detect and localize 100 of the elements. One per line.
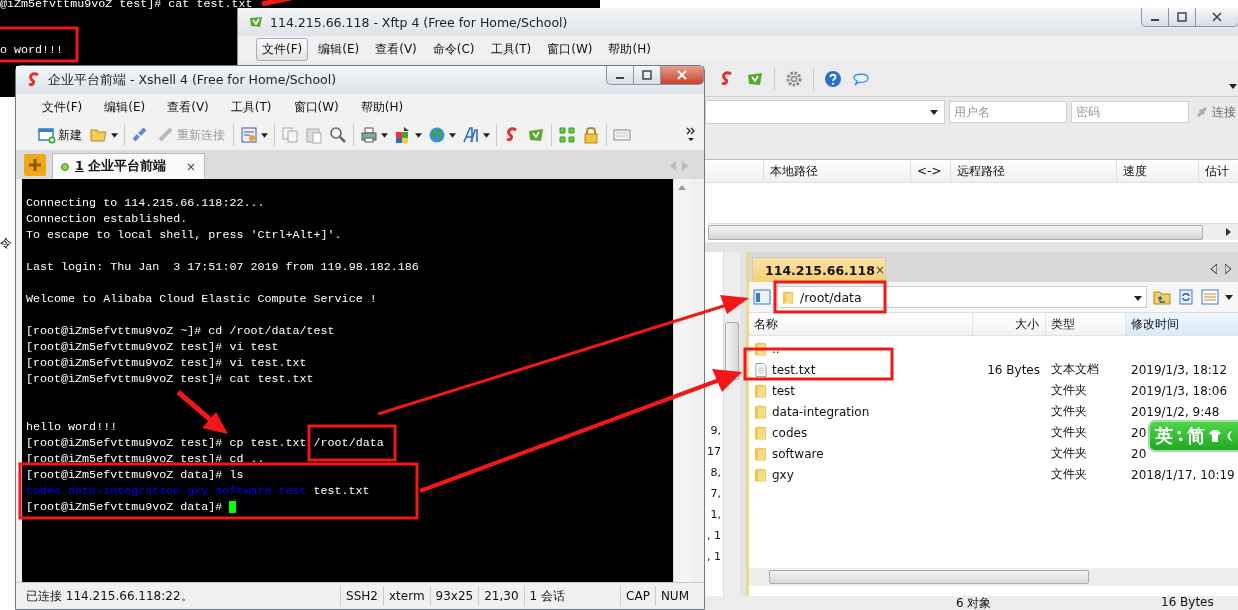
folder-up-icon[interactable] (1153, 289, 1171, 305)
toolbar-button[interactable]: 新建 (36, 126, 84, 144)
menu-item[interactable]: 窗口(W) (287, 95, 345, 119)
file-name[interactable]: data-integration (772, 404, 870, 419)
folder-icon (754, 445, 767, 462)
session-tab[interactable]: 1 企业平台前端 × (52, 153, 206, 179)
file-name[interactable]: software (772, 446, 824, 461)
settings-icon[interactable] (785, 70, 803, 88)
menu-item[interactable]: 编辑(E) (312, 37, 366, 61)
right-arrow-icon[interactable] (1225, 264, 1231, 274)
host-field[interactable] (705, 100, 945, 124)
table-cell-text: 17 (707, 444, 721, 460)
help-icon[interactable] (824, 70, 842, 88)
column-header[interactable]: 大小 (973, 313, 1046, 335)
terminal-line: [root@iZm5efvttmu9voZ test]# cd .. (26, 451, 266, 467)
file-name[interactable]: test (772, 383, 796, 398)
terminal-screen[interactable] (22, 179, 673, 582)
terminal-line: Connecting to 114.215.66.118:22... (26, 195, 266, 211)
password-field[interactable]: 密码 (1071, 101, 1189, 123)
caret-icon[interactable] (1225, 294, 1233, 300)
menu-item[interactable]: 查看(V) (161, 95, 215, 119)
object-count: 6 对象 (956, 595, 992, 610)
column-header[interactable]: 本地路径 (764, 160, 911, 182)
file-name[interactable]: codes (772, 425, 808, 440)
menu-item[interactable]: 帮助(H) (354, 95, 410, 119)
fullscreen-icon[interactable] (558, 126, 576, 144)
status-field: 21,30 (478, 586, 524, 606)
folder-icon (754, 424, 767, 441)
scrollbar[interactable] (723, 252, 740, 596)
scroll-up-arrow-icon[interactable] (678, 185, 686, 190)
column-header[interactable]: 远程路径 (951, 160, 1117, 182)
table-cell-text: 1, (710, 507, 721, 523)
column-header[interactable]: 估计 (1199, 160, 1238, 182)
app-icon[interactable] (527, 126, 545, 144)
overflow-icon[interactable] (686, 127, 696, 143)
column-header[interactable]: 速度 (1117, 160, 1199, 182)
menu-item[interactable]: 编辑(E) (98, 95, 152, 119)
modified-date: 20 (1131, 425, 1147, 440)
terminal-line: To escape to local shell, press 'Ctrl+Alt+]'. (26, 227, 343, 243)
lock-icon[interactable] (582, 126, 600, 144)
status-field: NUM (654, 586, 694, 606)
menu-item[interactable]: 工具(T) (484, 37, 538, 61)
table-cell-text: 8, (710, 465, 721, 481)
scrollbar[interactable] (708, 223, 1238, 240)
printer-icon[interactable] (360, 126, 378, 144)
caret-icon[interactable] (415, 132, 422, 138)
file-name[interactable]: test.txt (772, 362, 816, 377)
scrollbar[interactable] (673, 179, 691, 582)
connect-button[interactable]: 连接 (1193, 103, 1238, 121)
column-header[interactable]: 名称 (749, 313, 973, 335)
column-header[interactable]: 修改时间 (1126, 313, 1238, 335)
caret-icon[interactable] (261, 132, 268, 138)
refresh-icon[interactable] (1177, 289, 1195, 305)
modified-date: 2019/1/2, 9:48 (1131, 404, 1220, 419)
menu-item[interactable]: 文件(F) (256, 37, 309, 61)
menu-item[interactable]: 帮助(H) (602, 37, 657, 61)
app-icon[interactable] (746, 70, 764, 88)
link-icon (1195, 105, 1209, 119)
folder-icon (754, 340, 767, 357)
menu-item[interactable]: 查看(V) (369, 37, 423, 61)
column-header[interactable]: <-> (911, 160, 951, 182)
tab-label: 1 企业平台前端 (75, 158, 167, 175)
menu-item[interactable]: 窗口(W) (541, 37, 599, 61)
caret-icon[interactable] (1229, 84, 1237, 89)
username-field[interactable]: 用户名 (949, 101, 1067, 123)
menu-item[interactable]: 命令(C) (426, 37, 481, 61)
caret-icon[interactable] (381, 132, 388, 138)
scrollbar[interactable] (749, 568, 1238, 586)
font-icon[interactable] (462, 126, 480, 144)
caret-icon[interactable] (930, 110, 938, 115)
terminal-line: [root@iZm5efvttmu9voZ test]# cat test.txt (26, 371, 315, 387)
add-tab-icon[interactable] (24, 154, 46, 176)
path-field[interactable]: /root/data (777, 286, 1147, 308)
close-button[interactable] (660, 66, 704, 85)
left-arrow-icon[interactable] (1211, 264, 1217, 274)
caret-icon[interactable] (483, 132, 490, 138)
minimize-button[interactable] (1141, 8, 1169, 27)
file-name[interactable]: gxy (772, 467, 794, 482)
panel-icon[interactable] (753, 289, 771, 305)
terminal-line: o word!!! (0, 42, 64, 58)
caret-icon[interactable] (111, 132, 118, 138)
close-icon[interactable]: × (186, 159, 197, 174)
session-tab[interactable]: 114.215.66.118× (752, 257, 886, 282)
skin-icon (1208, 429, 1234, 443)
close-icon[interactable]: × (874, 263, 885, 277)
link-icon[interactable] (131, 126, 149, 144)
caret-icon[interactable] (449, 132, 456, 138)
menu-item[interactable]: 工具(T) (224, 95, 278, 119)
search-icon[interactable] (329, 126, 347, 144)
new-session-icon (38, 126, 56, 144)
table-cell-text: , 1 (707, 528, 721, 544)
modified-date: 20 (1131, 446, 1147, 461)
scroll-right-arrow-icon[interactable] (1226, 228, 1231, 236)
table-cell-text: 7, (710, 486, 721, 502)
file-name[interactable]: .. (772, 341, 780, 356)
directory-name: software (215, 483, 272, 499)
menu-item[interactable]: 文件(F) (36, 95, 89, 119)
minimize-button[interactable] (606, 66, 634, 85)
terminal-line: [root@iZm5efvttmu9voZ test]# vi test (26, 339, 280, 355)
caret-icon[interactable] (1134, 296, 1142, 301)
